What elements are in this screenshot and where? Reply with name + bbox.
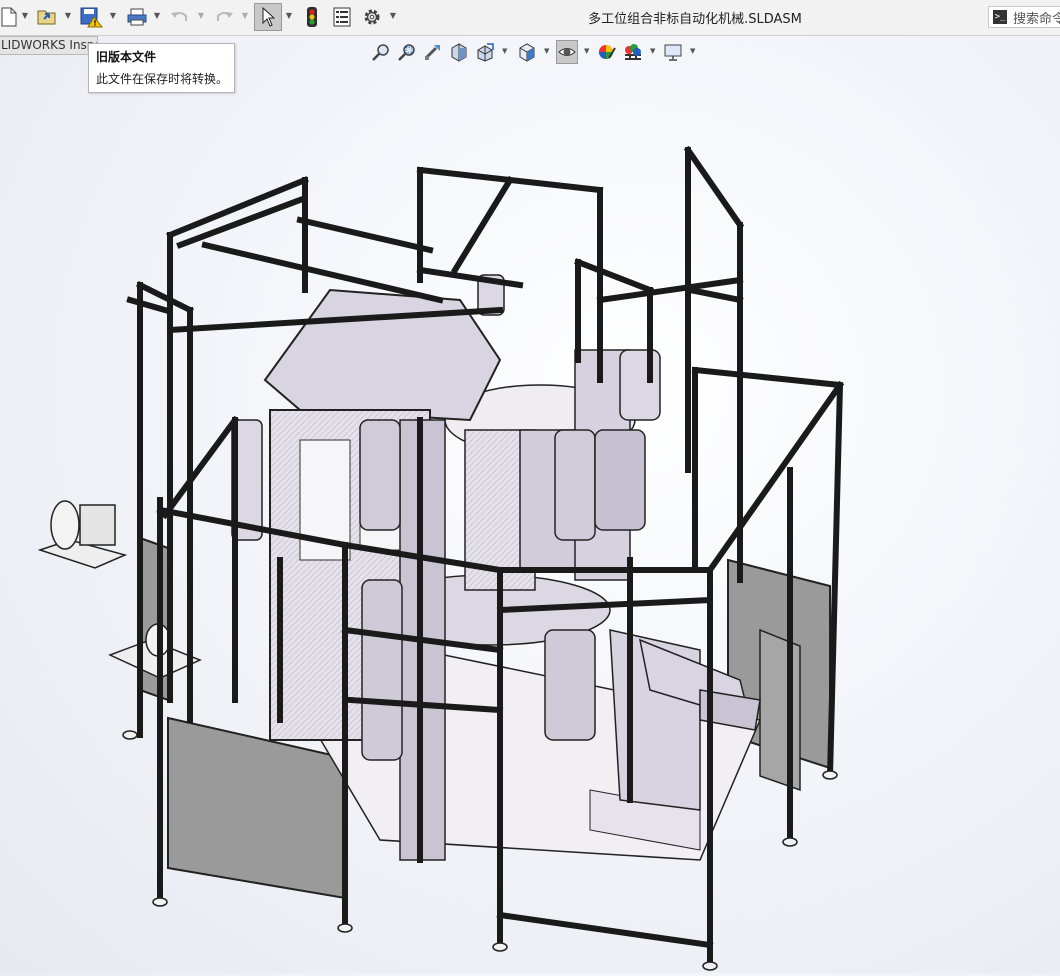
new-document-icon[interactable] bbox=[0, 5, 18, 29]
open-dropdown-icon[interactable]: ▼ bbox=[64, 10, 72, 22]
legacy-file-tooltip: 旧版本文件 此文件在保存时将转换。 bbox=[88, 43, 235, 93]
hide-show-items-icon[interactable]: ▼ bbox=[584, 47, 589, 55]
command-prompt-icon: >_ bbox=[993, 10, 1007, 24]
rebuild-icon[interactable] bbox=[302, 5, 322, 29]
new-dropdown-icon[interactable]: ▼ bbox=[21, 10, 29, 22]
save-icon[interactable] bbox=[80, 5, 104, 29]
redo-dropdown-icon[interactable]: ▼ bbox=[241, 10, 249, 22]
apply-scene-icon[interactable] bbox=[622, 40, 644, 64]
print-dropdown-icon[interactable]: ▼ bbox=[153, 10, 161, 22]
previous-view-icon[interactable] bbox=[422, 40, 444, 64]
undo-icon[interactable] bbox=[168, 5, 192, 29]
window-title: 多工位组合非标自动化机械.SLDASM bbox=[588, 12, 802, 27]
redo-icon[interactable] bbox=[212, 5, 236, 29]
search-placeholder: 搜索命令 bbox=[1013, 11, 1060, 27]
options-gear-icon[interactable] bbox=[361, 5, 383, 29]
tooltip-title: 旧版本文件 bbox=[96, 50, 157, 64]
spool-unit bbox=[37, 500, 202, 679]
tooltip-body: 此文件在保存时将转换。 bbox=[96, 72, 229, 86]
title-bar: ▼ ▼ ▼ ▼ ▼ ▼ ▼ ▼ 多工位组合非标自动化机械.SLDASM >_ 搜… bbox=[0, 0, 1060, 36]
document-tab[interactable]: LIDWORKS Inspect bbox=[0, 36, 98, 55]
open-icon[interactable] bbox=[36, 5, 58, 29]
heads-up-view-toolbar: ▼ ▼ ▼ ▼ ▼ bbox=[370, 40, 700, 66]
assembly-3d-model[interactable] bbox=[0, 95, 1060, 973]
select-dropdown-icon[interactable]: ▼ bbox=[285, 10, 293, 22]
save-dropdown-icon[interactable]: ▼ bbox=[109, 10, 117, 22]
select-icon[interactable] bbox=[254, 3, 282, 31]
section-view-icon[interactable] bbox=[448, 40, 470, 64]
file-properties-icon[interactable] bbox=[330, 5, 354, 29]
options-dropdown-icon[interactable]: ▼ bbox=[389, 10, 397, 22]
edit-appearance-icon[interactable] bbox=[596, 40, 618, 64]
view-orientation-icon[interactable] bbox=[516, 40, 538, 64]
apply-scene-dropdown-icon[interactable]: ▼ bbox=[650, 47, 655, 55]
dynamic-annotation-icon[interactable] bbox=[474, 40, 496, 64]
graphics-area[interactable] bbox=[0, 95, 1060, 973]
view-orientation-dropdown-icon[interactable]: ▼ bbox=[544, 47, 549, 55]
undo-dropdown-icon[interactable]: ▼ bbox=[197, 10, 205, 22]
view-settings-icon[interactable] bbox=[662, 40, 684, 64]
search-commands-input[interactable]: >_ 搜索命令 bbox=[988, 6, 1060, 28]
display-style-icon[interactable] bbox=[556, 40, 578, 64]
print-icon[interactable] bbox=[125, 5, 149, 29]
zoom-to-area-icon[interactable] bbox=[396, 40, 418, 64]
dynamic-annotation-dropdown-icon[interactable]: ▼ bbox=[502, 47, 507, 55]
zoom-to-fit-icon[interactable] bbox=[370, 40, 392, 64]
view-settings-dropdown-icon[interactable]: ▼ bbox=[690, 47, 695, 55]
